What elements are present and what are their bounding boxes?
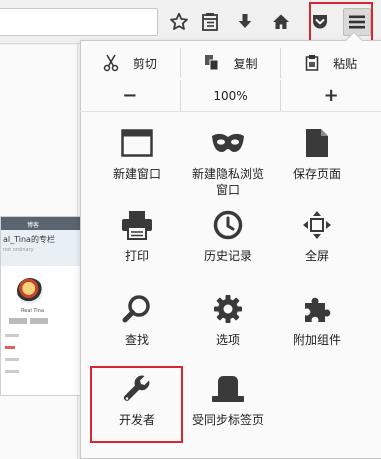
paste-label: 粘贴	[333, 56, 358, 71]
save-page-icon	[300, 126, 334, 160]
blog-sidebar-lines	[5, 334, 81, 373]
menu-item-label: 附加组件	[292, 333, 341, 347]
edit-controls-row: 剪切 复制 粘贴	[80, 48, 381, 78]
menu-item-label: 保存页面	[292, 167, 341, 181]
blog-site-header: 博客	[1, 217, 81, 230]
new-window-icon	[120, 126, 154, 160]
menu-item-label: 新建窗口	[112, 167, 161, 181]
history-clock-icon	[211, 208, 245, 242]
addons-puzzle-icon	[300, 292, 334, 326]
options-gear-icon	[211, 292, 245, 326]
menu-item-label: 选项	[215, 333, 240, 347]
paste-button[interactable]: 粘贴	[280, 48, 381, 78]
history-button[interactable]: 历史记录	[185, 206, 271, 290]
print-button[interactable]: 打印	[94, 206, 180, 290]
print-icon	[120, 208, 154, 242]
home-icon[interactable]	[268, 9, 294, 35]
copy-label: 复制	[233, 56, 258, 71]
copy-button[interactable]: 复制	[179, 48, 281, 78]
synced-tabs-button[interactable]: 受同步标签页	[185, 370, 271, 454]
new-window-button[interactable]: 新建窗口	[94, 124, 180, 208]
find-button[interactable]: 查找	[94, 290, 180, 374]
fullscreen-icon	[300, 208, 334, 242]
blog-avatar	[17, 278, 43, 304]
menu-item-label: 全屏	[304, 249, 329, 263]
fullscreen-button[interactable]: 全屏	[274, 206, 360, 290]
menu-item-label: 打印	[124, 249, 149, 263]
menu-item-label: 受同步标签页	[191, 413, 264, 427]
blog-user-name: Real Tina	[21, 308, 44, 314]
synced-tabs-icon	[211, 372, 245, 406]
menu-item-label: 查找	[124, 333, 149, 347]
new-private-window-button[interactable]: 新建隐私浏览 窗口	[185, 124, 271, 208]
scissors-icon	[103, 54, 119, 72]
url-bar[interactable]	[0, 8, 158, 36]
copy-icon	[204, 55, 218, 71]
private-mask-icon	[211, 126, 245, 160]
clipboard-paste-icon	[305, 55, 319, 71]
zoom-in-button[interactable]: +	[280, 80, 381, 111]
developer-highlight	[90, 366, 183, 443]
menu-item-label: 新建隐私浏览 窗口	[191, 167, 264, 197]
zoom-out-button[interactable]: −	[80, 80, 180, 111]
reader-list-icon[interactable]	[197, 9, 223, 35]
cut-label: 剪切	[132, 56, 157, 71]
download-arrow-icon[interactable]	[232, 9, 258, 35]
bookmark-star-icon[interactable]	[166, 9, 192, 35]
zoom-reset-button[interactable]: 100%	[179, 80, 281, 111]
menu-item-label: 历史记录	[203, 249, 252, 263]
blog-profile-buttons	[9, 318, 81, 324]
save-page-button[interactable]: 保存页面	[274, 124, 360, 208]
cut-button[interactable]: 剪切	[80, 48, 180, 78]
blog-subtitle: not ordinary	[3, 247, 34, 253]
find-magnifier-icon	[120, 292, 154, 326]
zoom-controls-row: − 100% +	[80, 80, 381, 112]
options-button[interactable]: 选项	[185, 290, 271, 374]
blog-page-thumbnail: 博客 al_Tina的专栏 not ordinary Real Tina	[0, 216, 82, 396]
browser-toolbar	[0, 0, 381, 54]
blog-banner: al_Tina的专栏 not ordinary	[1, 230, 81, 266]
addons-button[interactable]: 附加组件	[274, 290, 360, 374]
blog-title: al_Tina的专栏	[3, 235, 55, 244]
